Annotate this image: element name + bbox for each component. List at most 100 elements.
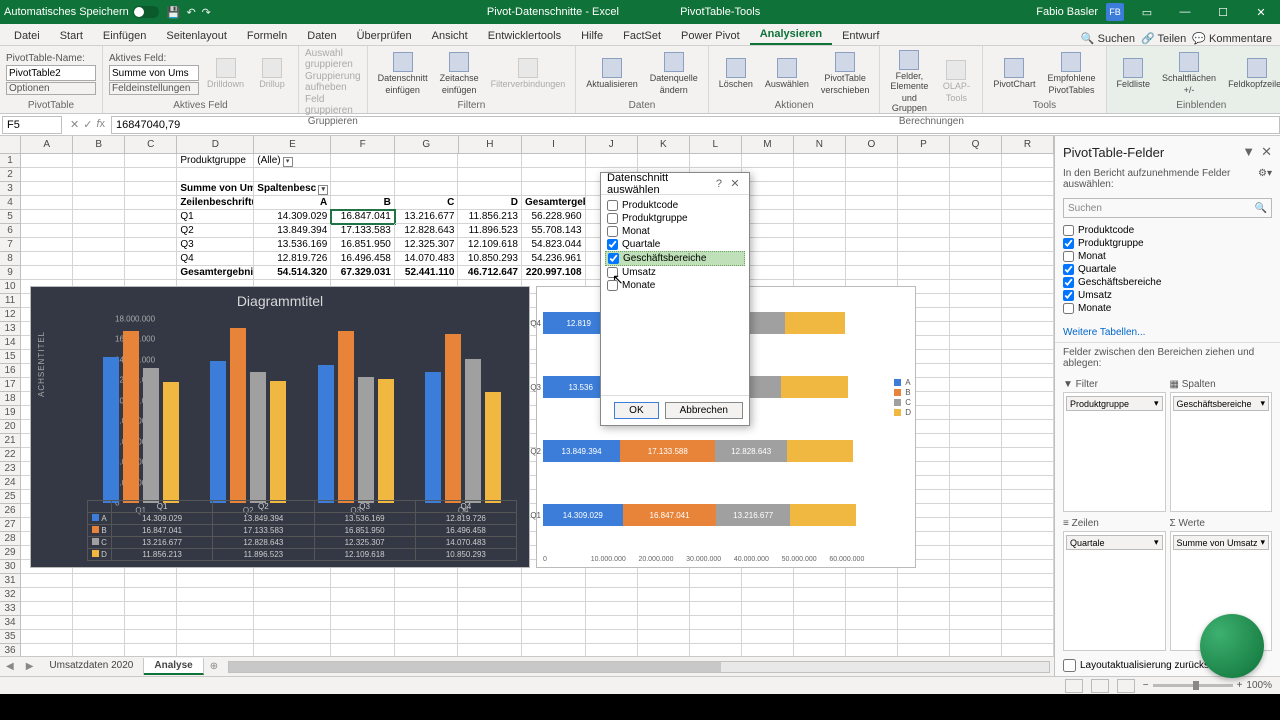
- row-header[interactable]: 2: [0, 168, 21, 182]
- slicer-field-checkbox[interactable]: [607, 213, 618, 224]
- cell[interactable]: [331, 182, 395, 196]
- ribbon-tab-entwicklertools[interactable]: Entwicklertools: [478, 27, 571, 45]
- cell[interactable]: [846, 616, 898, 630]
- normal-view-icon[interactable]: [1065, 679, 1083, 693]
- cell[interactable]: [950, 308, 1002, 322]
- fieldpane-close-icon[interactable]: ✕: [1261, 144, 1272, 160]
- cell[interactable]: [690, 644, 742, 656]
- clear-button[interactable]: Löschen: [715, 56, 757, 92]
- cell[interactable]: [21, 252, 73, 266]
- cell[interactable]: [395, 574, 459, 588]
- cell[interactable]: [1002, 322, 1054, 336]
- zoom-in-icon[interactable]: +: [1237, 680, 1243, 691]
- cell[interactable]: [73, 266, 125, 280]
- cell[interactable]: [177, 602, 254, 616]
- fieldpane-search[interactable]: Suchen 🔍: [1063, 198, 1272, 218]
- cell[interactable]: [950, 490, 1002, 504]
- cell[interactable]: 67.329.031: [331, 266, 395, 280]
- sheet-tab[interactable]: Umsatzdaten 2020: [39, 658, 144, 675]
- minimize-icon[interactable]: —: [1170, 6, 1200, 18]
- cell[interactable]: [1002, 224, 1054, 238]
- row-header[interactable]: 5: [0, 210, 21, 224]
- slicer-field-item[interactable]: Monate: [605, 279, 745, 292]
- cell[interactable]: [794, 210, 846, 224]
- field-checkbox[interactable]: [1063, 303, 1074, 314]
- area-dropzone-rows[interactable]: Quartale▾: [1063, 531, 1166, 651]
- ribbon-tab-daten[interactable]: Daten: [297, 27, 346, 45]
- cell[interactable]: [1002, 210, 1054, 224]
- column-header[interactable]: P: [898, 136, 950, 153]
- cell[interactable]: [794, 182, 846, 196]
- field-checkbox[interactable]: [1063, 251, 1074, 262]
- cell[interactable]: [125, 574, 177, 588]
- cell[interactable]: [522, 616, 586, 630]
- enter-formula-icon[interactable]: ✓: [83, 118, 92, 131]
- formula-input[interactable]: 16847040,79: [111, 116, 1280, 134]
- cell[interactable]: [898, 630, 950, 644]
- cell[interactable]: [522, 630, 586, 644]
- cell[interactable]: [1002, 518, 1054, 532]
- cell[interactable]: [395, 644, 459, 656]
- field-item[interactable]: Quartale: [1063, 263, 1272, 276]
- close-icon[interactable]: ✕: [1246, 6, 1276, 19]
- cell[interactable]: [586, 602, 638, 616]
- row-header[interactable]: 36: [0, 644, 21, 656]
- options-button[interactable]: Optionen: [6, 82, 96, 95]
- cell[interactable]: [846, 224, 898, 238]
- slicer-field-item[interactable]: Produktcode: [605, 199, 745, 212]
- field-checkbox[interactable]: [1063, 277, 1074, 288]
- cell[interactable]: [1002, 350, 1054, 364]
- cell[interactable]: [125, 182, 177, 196]
- row-header[interactable]: 21: [0, 434, 21, 448]
- fieldlist-button[interactable]: Feldliste: [1113, 56, 1155, 92]
- cell[interactable]: [125, 602, 177, 616]
- cell[interactable]: [254, 574, 331, 588]
- cell[interactable]: [1002, 434, 1054, 448]
- cell[interactable]: [125, 252, 177, 266]
- cell[interactable]: [950, 448, 1002, 462]
- cell[interactable]: [586, 154, 638, 168]
- cell[interactable]: [950, 602, 1002, 616]
- cell[interactable]: [73, 196, 125, 210]
- cell[interactable]: [846, 630, 898, 644]
- row-header[interactable]: 18: [0, 392, 21, 406]
- cell[interactable]: [846, 154, 898, 168]
- ribbon-tab-einfügen[interactable]: Einfügen: [93, 27, 156, 45]
- row-header[interactable]: 22: [0, 448, 21, 462]
- cell[interactable]: 11.896.523: [458, 224, 522, 238]
- ribbon-display-icon[interactable]: ▭: [1132, 6, 1162, 19]
- cell[interactable]: [690, 602, 742, 616]
- cell[interactable]: [1002, 406, 1054, 420]
- area-dropzone-cols[interactable]: Geschäftsbereiche▾: [1170, 392, 1273, 512]
- field-item[interactable]: Monat: [1063, 250, 1272, 263]
- cell[interactable]: [125, 616, 177, 630]
- name-box[interactable]: F5: [2, 116, 62, 134]
- cell[interactable]: [898, 154, 950, 168]
- column-header[interactable]: R: [1002, 136, 1054, 153]
- cell[interactable]: [125, 238, 177, 252]
- cell[interactable]: [950, 196, 1002, 210]
- cell[interactable]: [522, 644, 586, 656]
- cell[interactable]: [638, 588, 690, 602]
- column-header[interactable]: F: [331, 136, 395, 153]
- cell[interactable]: [331, 574, 395, 588]
- cell[interactable]: [177, 588, 254, 602]
- cell[interactable]: [522, 154, 586, 168]
- pivotchart-button[interactable]: PivotChart: [989, 56, 1039, 92]
- cell[interactable]: [950, 560, 1002, 574]
- cell[interactable]: 16.496.458: [331, 252, 395, 266]
- column-header[interactable]: M: [742, 136, 794, 153]
- cell[interactable]: [522, 588, 586, 602]
- cell[interactable]: [690, 574, 742, 588]
- cell[interactable]: [794, 238, 846, 252]
- select-button[interactable]: Auswählen: [761, 56, 813, 92]
- cell[interactable]: 46.712.647: [458, 266, 522, 280]
- pivottable-name-input[interactable]: [6, 65, 96, 81]
- horizontal-scrollbar[interactable]: [228, 661, 1050, 673]
- cell[interactable]: Q3: [177, 238, 254, 252]
- cell[interactable]: [794, 196, 846, 210]
- cell[interactable]: [638, 630, 690, 644]
- ribbon-tab-power pivot[interactable]: Power Pivot: [671, 27, 750, 45]
- insert-timeline-button[interactable]: Zeitachseeinfügen: [436, 50, 483, 98]
- cell[interactable]: [177, 644, 254, 656]
